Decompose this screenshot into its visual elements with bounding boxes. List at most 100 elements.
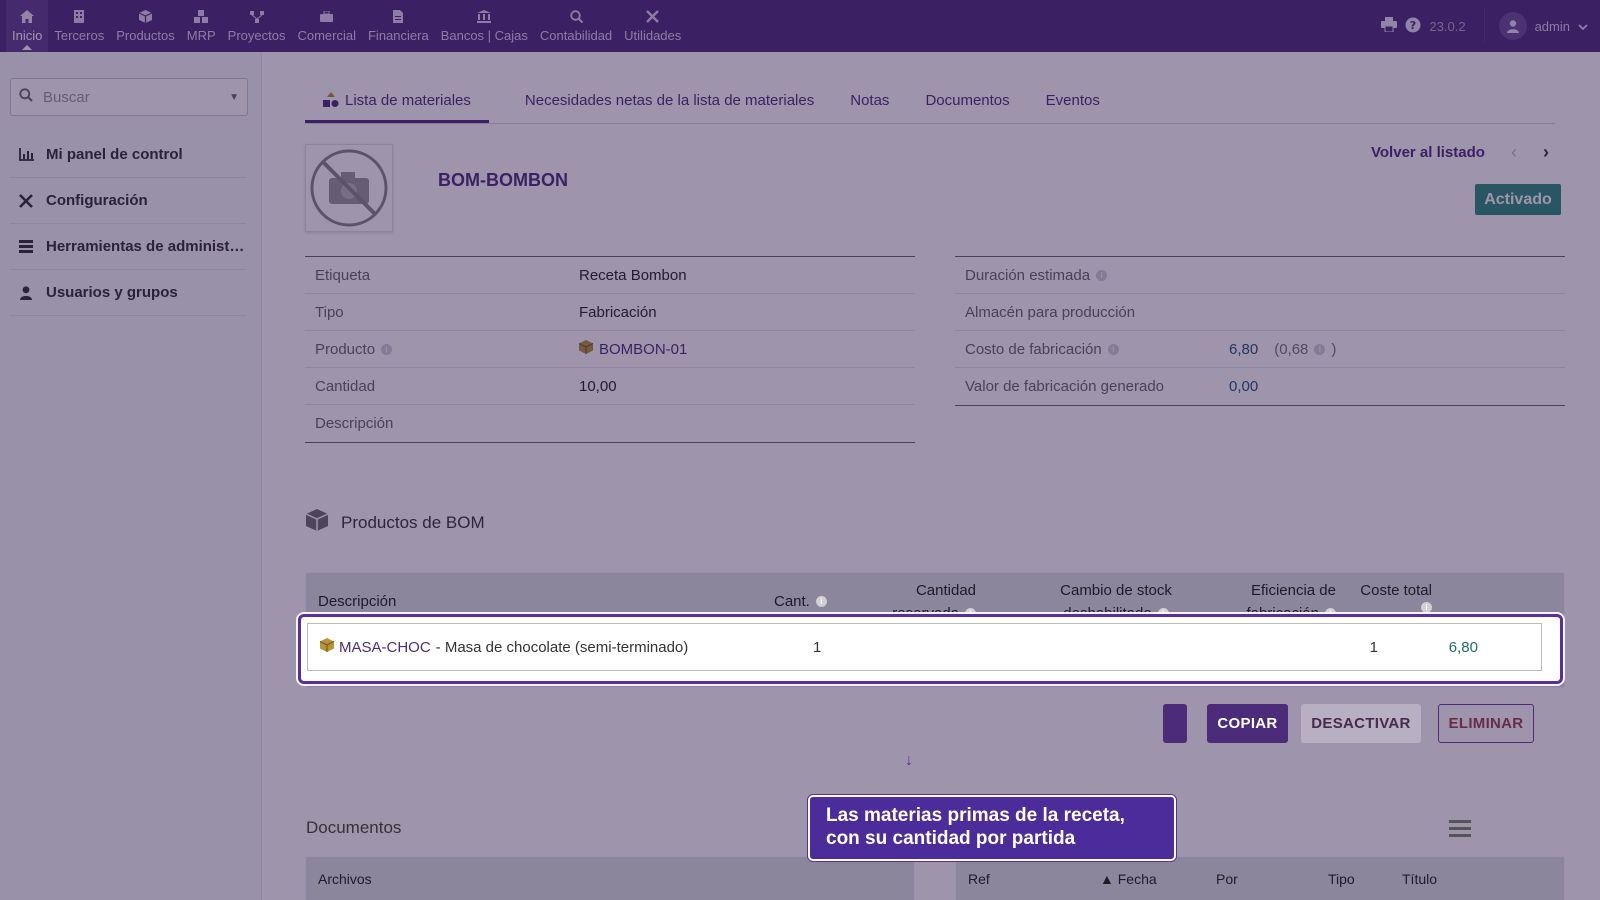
user-icon [18, 285, 34, 300]
sidebar-item-configuracion[interactable]: Configuración [10, 178, 246, 224]
field-row-descripcion: Descripción [305, 405, 915, 442]
tab-label: Necesidades netas de la lista de materia… [524, 92, 815, 109]
field-value: 0,00 [1229, 378, 1259, 395]
unit-cost-open: (0,68 [1274, 340, 1309, 358]
sidebar-menu: Mi panel de control Configuración Herram… [10, 132, 246, 316]
info-icon[interactable]: i [1096, 269, 1108, 281]
cube-icon [305, 508, 329, 537]
field-row-tipo: Tipo Fabricación [305, 294, 915, 331]
info-icon[interactable]: i [1107, 343, 1119, 355]
field-value: 6,80 (0,68 i ) [1229, 341, 1336, 358]
top-navigation-bar: Inicio Terceros Productos MRP Proyectos … [0, 0, 1600, 52]
top-right-tools: ? 23.0.2 admin [1381, 0, 1600, 52]
menu-label: Productos [116, 27, 175, 43]
field-label-text: Costo de fabricación [965, 340, 1102, 358]
menu-label: Financiera [367, 27, 429, 43]
tab-label: Notas [850, 92, 890, 109]
record-ref: BOM-BOMBON [438, 170, 568, 190]
version-label: 23.0.2 [1429, 18, 1466, 34]
divider [1483, 9, 1485, 43]
product-ref: BOMBON-01 [599, 340, 688, 358]
field-label: Valor de fabricación generado [965, 378, 1165, 395]
shapes-icon [323, 92, 339, 111]
help-icon[interactable]: ? [1405, 17, 1421, 36]
field-value: Receta Bombon [579, 266, 687, 284]
field-label: Almacén para producción [965, 303, 1136, 321]
field-row-valor: Valor de fabricación generado 0,00 [955, 368, 1565, 405]
sidebar-item-label: Configuración [46, 192, 148, 209]
tools-icon [18, 193, 34, 208]
field-label: Etiqueta [315, 266, 371, 284]
field-label-text: Duración estimada [965, 266, 1091, 284]
sidebar-item-herramientas[interactable]: Herramientas de administ… [10, 224, 246, 270]
search-icon [19, 88, 33, 106]
field-label: Descripción [315, 415, 394, 432]
menu-label: Contabilidad [539, 27, 613, 43]
info-icon[interactable]: i [381, 343, 393, 355]
bank-icon [477, 10, 492, 24]
field-label: Duración estimada i [955, 267, 1229, 284]
field-row-duracion: Duración estimada i [955, 257, 1565, 294]
chart-icon [18, 148, 34, 161]
svg-text:?: ? [1410, 19, 1416, 32]
back-to-list-link[interactable]: Volver al listado [1371, 144, 1485, 161]
tab-label: Eventos [1045, 92, 1100, 109]
cube-icon [578, 340, 594, 358]
field-row-costo: Costo de fabricación i 6,80 (0,68 i ) [955, 331, 1565, 368]
menu-item-contabilidad[interactable]: Contabilidad [534, 0, 618, 52]
print-icon[interactable] [1381, 17, 1398, 35]
menu-label: MRP [186, 27, 216, 43]
menu-label: Comercial [297, 27, 356, 43]
chevron-right-icon[interactable]: › [1543, 142, 1549, 163]
file-invoice-icon [391, 10, 405, 24]
tab-notes[interactable]: Notas [850, 82, 889, 123]
main-menu: Inicio Terceros Productos MRP Proyectos … [0, 0, 687, 52]
product-link[interactable]: BOMBON-01 [578, 340, 688, 358]
field-value: 10,00 [579, 377, 617, 395]
menu-item-terceros[interactable]: Terceros [48, 0, 110, 52]
sidebar-item-dashboard[interactable]: Mi panel de control [10, 132, 246, 178]
menu-item-utilidades[interactable]: Utilidades [618, 0, 687, 52]
chevron-down-icon[interactable] [1578, 19, 1588, 34]
sidebar-item-usuarios[interactable]: Usuarios y grupos [10, 270, 246, 316]
menu-item-comercial[interactable]: Comercial [291, 0, 362, 52]
fields-left: Etiqueta Receta Bombon Tipo Fabricación … [305, 256, 915, 443]
sitemap-icon [249, 10, 264, 24]
menu-item-mrp[interactable]: MRP [181, 0, 222, 52]
tab-documents[interactable]: Documentos [925, 82, 1009, 123]
menu-item-productos[interactable]: Productos [110, 0, 181, 52]
briefcase-icon [320, 10, 334, 24]
bom-section-title: Productos de BOM [305, 508, 485, 537]
menu-label: Terceros [54, 27, 105, 43]
menu-item-proyectos[interactable]: Proyectos [222, 0, 292, 52]
field-label: Cantidad [315, 377, 376, 395]
search-input[interactable]: Buscar ▼ [10, 78, 248, 116]
info-icon[interactable]: i [1314, 343, 1326, 355]
cost-value: 6,80 [1229, 340, 1259, 358]
field-row-almacen: Almacén para producción [955, 294, 1565, 331]
tools-icon [646, 10, 660, 24]
tab-label: Documentos [925, 92, 1010, 109]
menu-label: Inicio [12, 27, 43, 43]
tab-net-needs[interactable]: Necesidades netas de la lista de materia… [525, 82, 814, 123]
menu-item-inicio[interactable]: Inicio [6, 0, 49, 52]
field-label: Tipo [315, 303, 344, 321]
menu-label: Bancos | Cajas [440, 27, 528, 43]
no-photo-icon [310, 149, 388, 227]
home-icon [20, 10, 35, 24]
server-icon [18, 240, 34, 253]
avatar[interactable] [1498, 12, 1527, 40]
chevron-left-icon[interactable]: ‹ [1511, 142, 1517, 163]
field-label-text: Producto [315, 340, 376, 358]
tab-bom[interactable]: Lista de materiales [305, 82, 489, 123]
user-name[interactable]: admin [1535, 19, 1570, 34]
menu-label: Proyectos [227, 27, 286, 43]
sidebar-item-label: Mi panel de control [46, 146, 183, 163]
tab-events[interactable]: Eventos [1046, 82, 1100, 123]
menu-item-bancos[interactable]: Bancos | Cajas [435, 0, 534, 52]
search-placeholder: Buscar [43, 88, 90, 106]
cube-icon [138, 10, 152, 24]
field-value: Fabricación [579, 303, 657, 321]
menu-item-financiera[interactable]: Financiera [362, 0, 435, 52]
caret-down-icon[interactable]: ▼ [229, 92, 239, 103]
